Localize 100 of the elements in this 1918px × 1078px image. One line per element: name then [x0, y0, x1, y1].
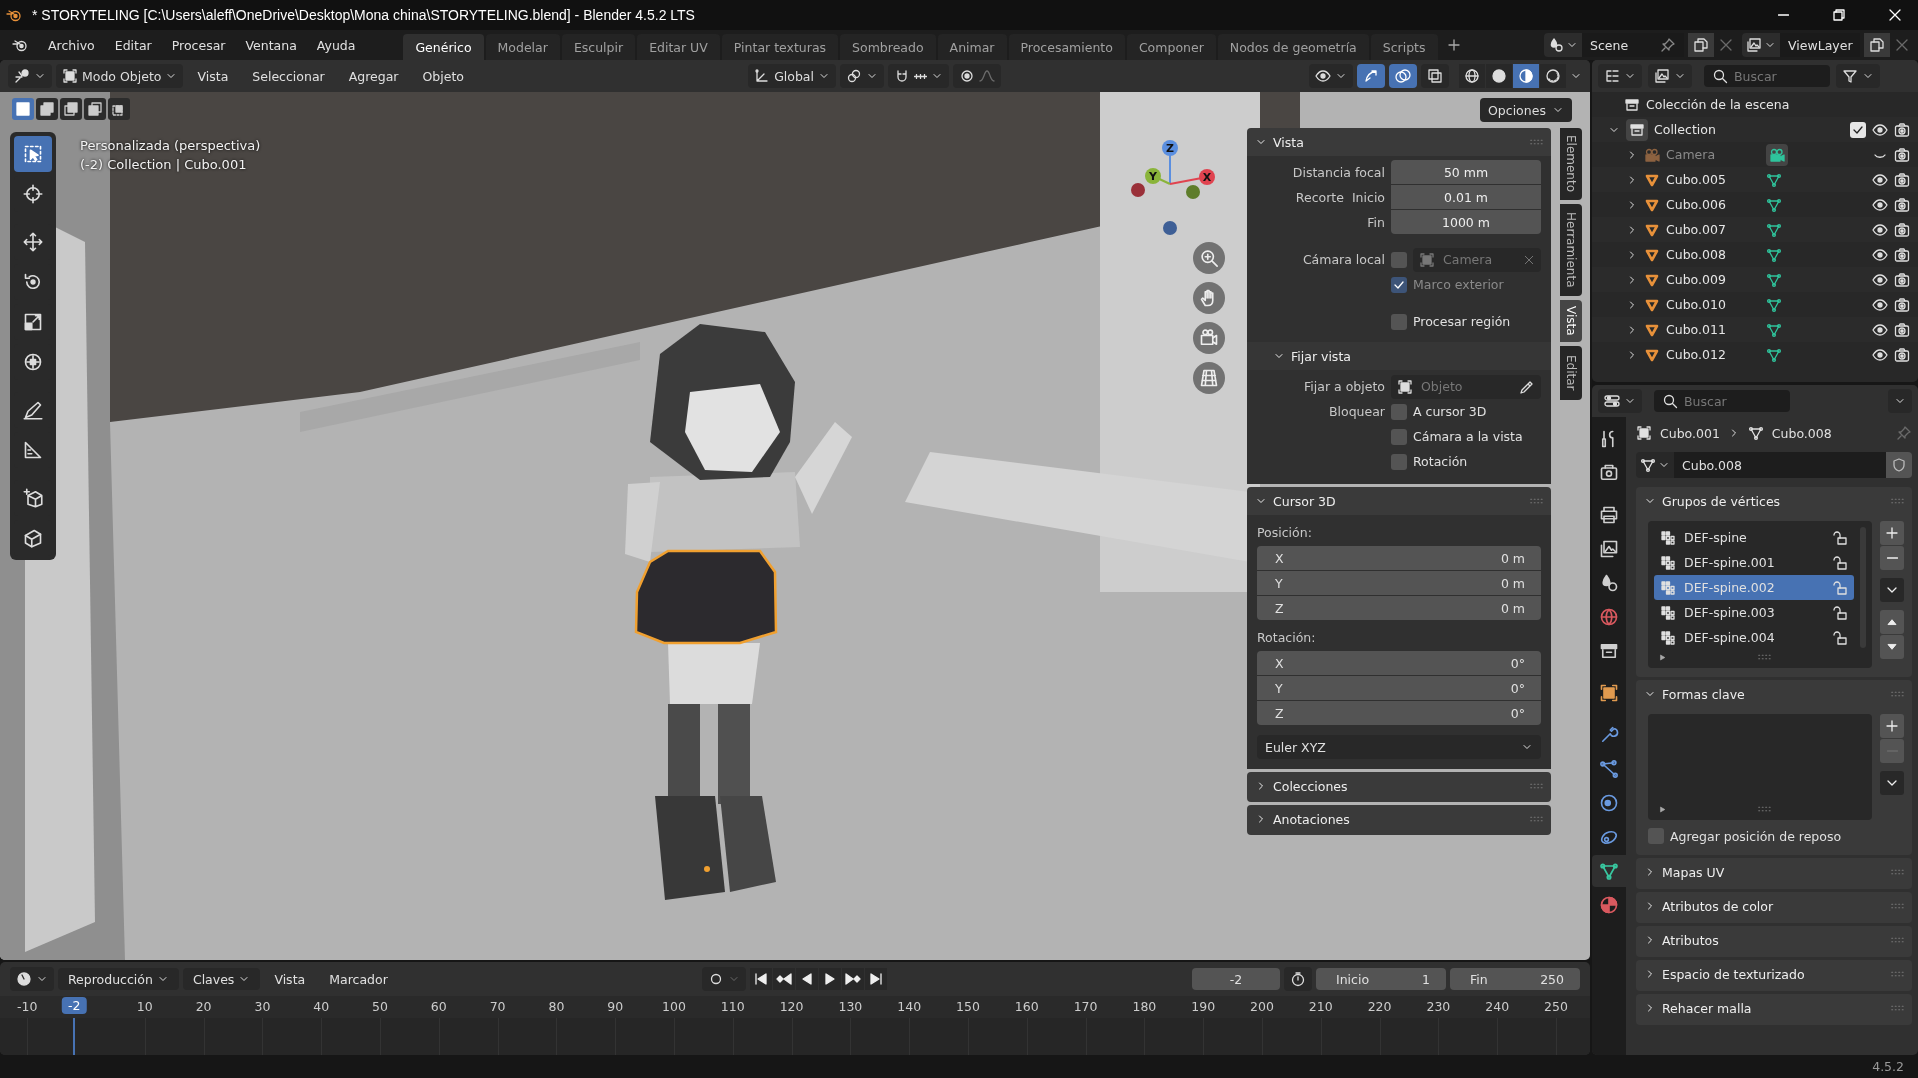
workspace-tab[interactable]: Genérico [403, 34, 484, 60]
frame-number: 80 [548, 999, 565, 1014]
frame-number: 100 [662, 999, 686, 1014]
timeline-menu[interactable]: Vista [264, 971, 316, 987]
sidebar-tab[interactable]: Elemento [1560, 128, 1582, 200]
workspace-tab[interactable]: Editar UV [637, 34, 720, 60]
outliner-item[interactable]: Cubo.008 [1666, 247, 1760, 262]
workspace-tab[interactable]: Pintar texturas [721, 34, 839, 60]
frame-number: 180 [1132, 999, 1157, 1014]
workspace-tab[interactable]: Nodos de geometría [1217, 34, 1369, 60]
vertex-group-item[interactable]: DEF-spine.002 [1654, 575, 1854, 600]
viewport-menu[interactable]: Vista [187, 68, 239, 84]
vector-field[interactable]: X 0° [1257, 651, 1541, 675]
vector-field[interactable]: Y 0 m [1257, 571, 1541, 595]
workspace-tab[interactable]: Componer [1126, 34, 1216, 60]
sidebar-tab[interactable]: Herramienta [1560, 204, 1582, 296]
frame-number: 110 [720, 999, 745, 1014]
vector-field[interactable]: X 0 m [1257, 546, 1541, 570]
panel-title[interactable]: Cursor 3D [1273, 493, 1336, 509]
mode-dropdown[interactable]: Modo Objeto [56, 64, 184, 88]
field-label: Fijar a objeto [1304, 379, 1385, 394]
frame-number: 190 [1191, 999, 1216, 1014]
viewport-menu[interactable]: Agregar [338, 68, 409, 84]
frame-number: 120 [779, 999, 804, 1014]
search-field[interactable]: Buscar [1704, 65, 1830, 87]
menu-item[interactable]: Procesar [161, 37, 236, 53]
menu-item[interactable]: Ventana [235, 37, 307, 53]
frame-number: 140 [897, 999, 922, 1014]
vector-field[interactable]: Z 0° [1257, 701, 1541, 725]
field-label: Recorte [1295, 190, 1344, 205]
sidebar-tab[interactable]: Editar [1560, 346, 1582, 400]
vertex-group-item[interactable]: DEF-spine.001 [1654, 550, 1854, 575]
viewport-menu[interactable]: Objeto [412, 68, 474, 84]
workspace-tab[interactable]: Procesamiento [1008, 34, 1125, 60]
axis-label: Y [1149, 170, 1157, 183]
frame-number: 250 [1544, 999, 1568, 1014]
number-field[interactable]: 0.01 m [1391, 185, 1541, 209]
outliner-item[interactable]: Cubo.006 [1666, 197, 1760, 212]
sidebar-tab[interactable]: Vista [1560, 300, 1582, 342]
menu-item[interactable]: Editar [104, 37, 162, 53]
checkbox-option[interactable]: Agregar posición de reposo [1636, 828, 1850, 854]
frame-number: 10 [136, 999, 153, 1014]
panel-title[interactable]: Rehacer malla [1662, 1000, 1752, 1016]
panel-title[interactable]: Mapas UV [1662, 864, 1725, 880]
menu-item[interactable]: Ayuda [306, 37, 366, 53]
timeline-menu[interactable]: Marcador [319, 971, 398, 987]
viewport-menu[interactable]: Seleccionar [242, 68, 335, 84]
vertex-group-item[interactable]: DEF-spine.004 [1654, 625, 1854, 650]
section-label: Rotación: [1257, 630, 1317, 645]
outliner-item[interactable]: Colección de la escena [1646, 97, 1790, 112]
checkbox-option[interactable]: Procesar región [1391, 313, 1511, 330]
end-frame-field[interactable]: Fin 250 [1450, 968, 1580, 990]
timeline-menu[interactable]: Reproducción [58, 968, 179, 990]
axis-gizmo[interactable]: Z Y X [1131, 140, 1215, 235]
panel-title[interactable]: Grupos de vértices [1662, 493, 1781, 509]
outliner-item[interactable]: Cubo.010 [1666, 297, 1760, 312]
start-frame-field[interactable]: Inicio 1 [1316, 968, 1446, 990]
workspace-tab[interactable]: Animar [937, 34, 1007, 60]
outliner-item[interactable]: Cubo.005 [1666, 172, 1760, 187]
rotation-mode-dropdown[interactable]: Euler XYZ [1257, 735, 1541, 759]
frame-number: 60 [430, 999, 447, 1014]
menu-item[interactable]: Archivo [38, 37, 105, 53]
checkbox-option[interactable]: Rotación [1391, 453, 1468, 470]
workspace-tab[interactable]: Esculpir [561, 34, 636, 60]
options-dropdown[interactable]: Opciones [1480, 98, 1572, 122]
number-field[interactable]: 1000 m [1391, 210, 1541, 234]
vector-field[interactable]: Z 0 m [1257, 596, 1541, 620]
outliner-item[interactable]: Collection [1654, 122, 1716, 137]
mesh-name-field[interactable]: Cubo.008 [1674, 452, 1886, 478]
current-frame-field[interactable]: -2 [1192, 968, 1280, 990]
field-label: Cámara local [1302, 252, 1385, 267]
panel-title[interactable]: Formas clave [1662, 686, 1745, 702]
search-field[interactable]: Buscar [1654, 390, 1790, 412]
vector-field[interactable]: Y 0° [1257, 676, 1541, 700]
frame-number: 40 [313, 999, 330, 1014]
field-label: Inicio [1351, 190, 1385, 205]
workspace-tab[interactable]: Sombreado [840, 34, 936, 60]
timeline-menu[interactable]: Claves [182, 968, 261, 990]
number-field[interactable]: 50 mm [1391, 160, 1541, 184]
checkbox-option[interactable]: Cámara a la vista [1391, 428, 1523, 445]
panel-title[interactable]: Vista [1273, 134, 1304, 150]
outliner-item[interactable]: Camera [1666, 147, 1760, 162]
frame-number: 20 [195, 999, 212, 1014]
outliner-item[interactable]: Cubo.011 [1666, 322, 1760, 337]
field-label: Fin [1367, 215, 1385, 230]
subpanel-title[interactable]: Fijar vista [1291, 348, 1351, 364]
vertex-group-item[interactable]: DEF-spine.003 [1654, 600, 1854, 625]
panel-title[interactable]: Colecciones [1273, 778, 1348, 794]
current-frame-marker[interactable]: -2 [62, 997, 87, 1014]
outliner-item[interactable]: Cubo.012 [1666, 347, 1760, 362]
outliner-item[interactable]: Cubo.007 [1666, 222, 1760, 237]
viewport-info-text: Personalizada (perspectiva) [80, 138, 261, 153]
panel-title[interactable]: Atributos [1662, 932, 1719, 948]
workspace-tab[interactable]: Scripts [1370, 34, 1438, 60]
orientation-dropdown[interactable]: Global [748, 64, 836, 88]
checkbox-option[interactable]: A cursor 3D [1391, 403, 1487, 420]
workspace-tab[interactable]: Modelar [485, 34, 560, 60]
vertex-group-item[interactable]: DEF-spine [1654, 525, 1854, 550]
panel-title[interactable]: Anotaciones [1273, 811, 1350, 827]
outliner-item[interactable]: Cubo.009 [1666, 272, 1760, 287]
